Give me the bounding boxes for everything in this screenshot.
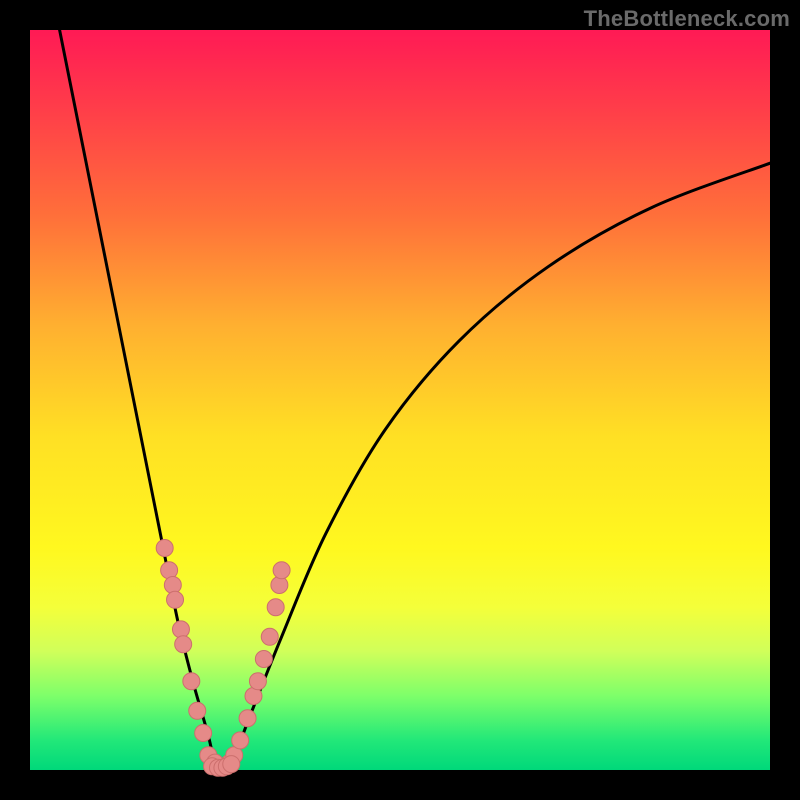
chart-svg xyxy=(30,30,770,770)
data-marker xyxy=(167,591,184,608)
data-marker xyxy=(175,636,192,653)
data-marker xyxy=(183,673,200,690)
curve-right-limb xyxy=(222,163,770,770)
data-marker xyxy=(164,577,181,594)
plot-area xyxy=(30,30,770,770)
data-marker xyxy=(161,562,178,579)
curve-left-limb xyxy=(60,30,223,770)
data-marker xyxy=(223,756,240,773)
data-marker xyxy=(267,599,284,616)
data-marker xyxy=(172,621,189,638)
watermark-text: TheBottleneck.com xyxy=(584,6,790,32)
data-marker xyxy=(255,651,272,668)
data-marker xyxy=(156,540,173,557)
data-marker xyxy=(232,732,249,749)
data-marker xyxy=(249,673,266,690)
data-marker xyxy=(239,710,256,727)
data-marker xyxy=(195,725,212,742)
data-marker xyxy=(273,562,290,579)
data-marker xyxy=(271,577,288,594)
data-marker xyxy=(261,628,278,645)
data-marker xyxy=(189,702,206,719)
chart-frame: TheBottleneck.com xyxy=(0,0,800,800)
